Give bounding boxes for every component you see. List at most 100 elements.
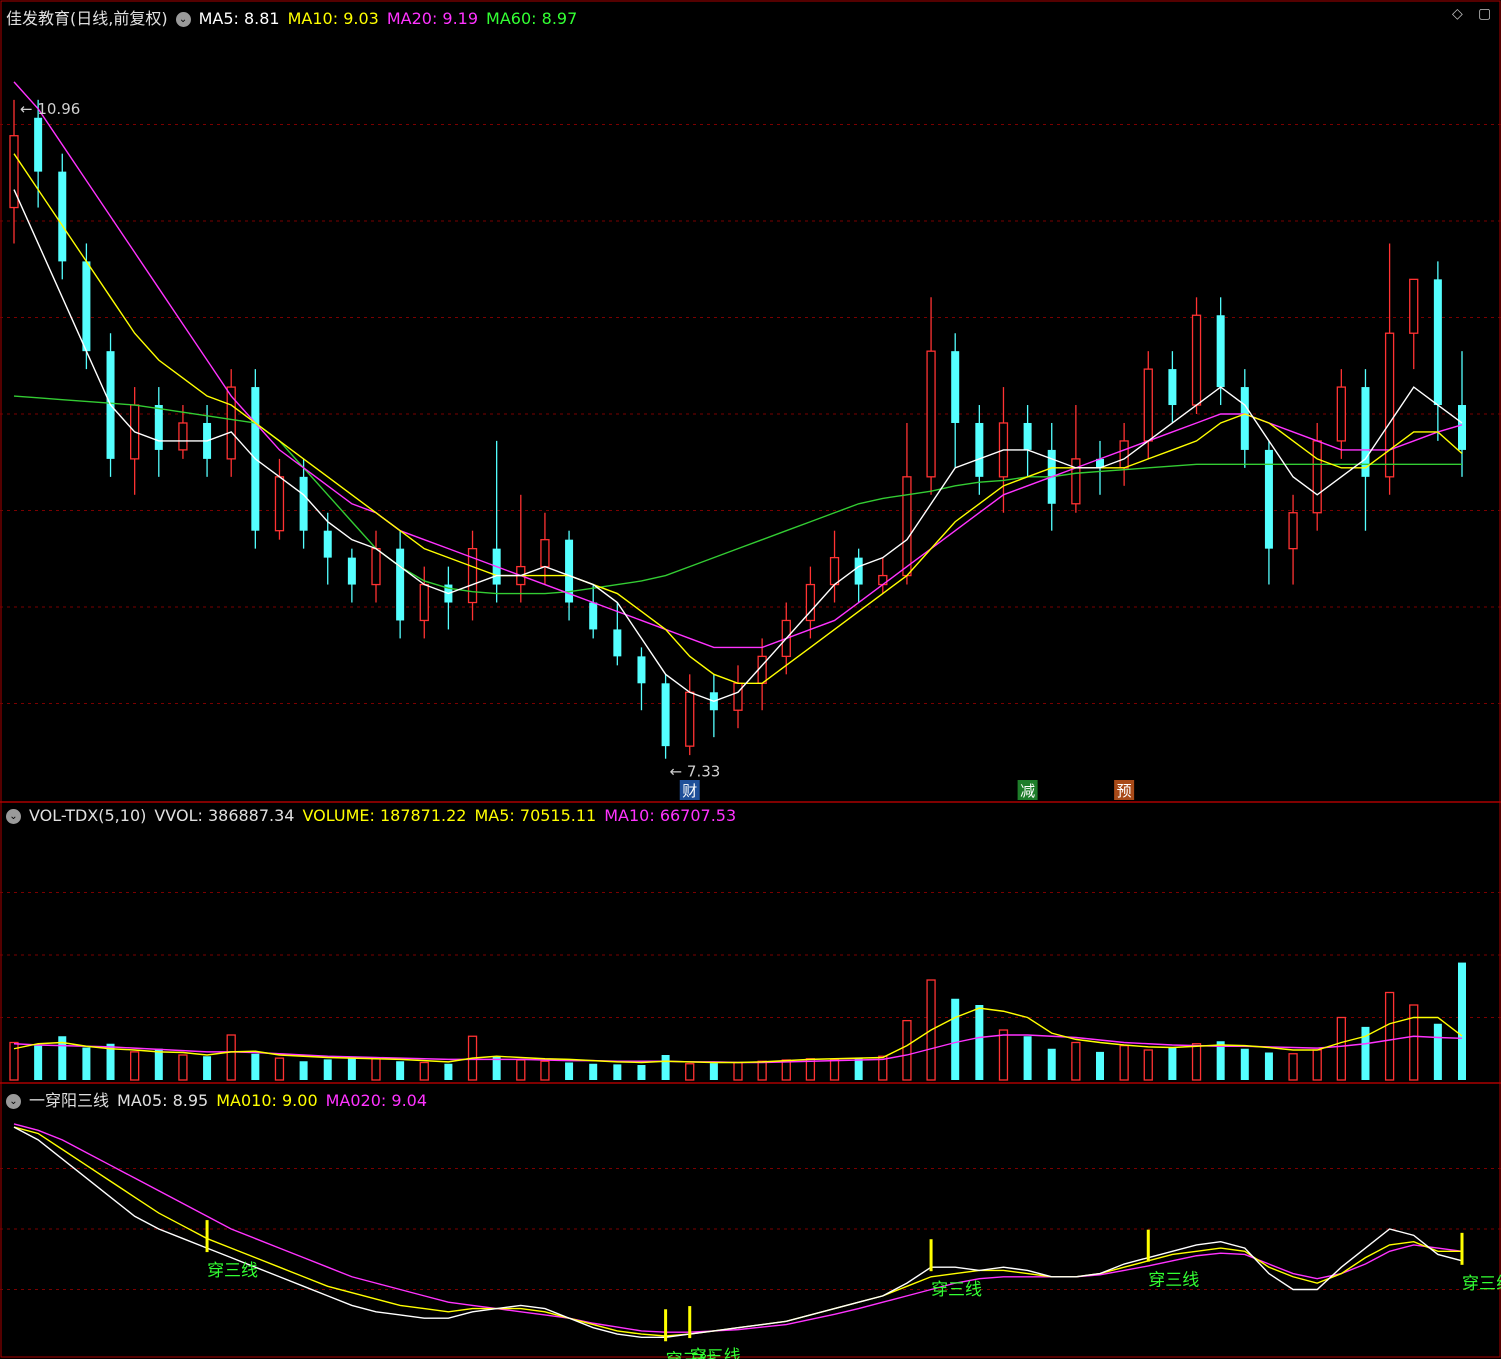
volume-bar-up	[1336, 1016, 1346, 1081]
volume-bar-up	[1119, 1044, 1129, 1081]
ma10-label: MA10: 9.03	[287, 9, 379, 28]
signal-label: 穿三线	[931, 1280, 982, 1300]
volume-bar-up	[685, 1063, 695, 1081]
vvol-label: VVOL: 386887.34	[154, 806, 295, 825]
volume-bar-down	[396, 1061, 405, 1080]
candle-body-up	[1409, 278, 1419, 334]
volume-bar-down	[1216, 1041, 1225, 1080]
volume-bar-up	[1143, 1049, 1153, 1081]
candle-body-up	[1119, 440, 1129, 469]
event-marker-label: 预	[1117, 782, 1132, 800]
chevron-down-icon[interactable]: ⌄	[6, 1094, 21, 1109]
signal-label: 穿三线	[1462, 1274, 1501, 1294]
volume-bar-up	[371, 1058, 381, 1081]
volume-bar-down	[589, 1063, 598, 1080]
candle-body-down	[1023, 422, 1032, 450]
candle-body-down	[347, 557, 356, 585]
candle-body-down	[1433, 279, 1442, 406]
candle-body-down	[299, 476, 308, 531]
candle-body-down	[1216, 315, 1225, 388]
candle-body-up	[829, 556, 840, 586]
volume-bar-down	[1023, 1036, 1032, 1080]
volume-bar-up	[1384, 991, 1395, 1081]
candle-body-up	[1071, 458, 1081, 505]
indicator-ma05-line	[13, 1126, 1463, 1338]
candle-body-down	[1361, 387, 1370, 477]
volume-bar-down	[251, 1053, 260, 1080]
volume-bar-down	[709, 1063, 718, 1080]
candle-body-down	[323, 530, 332, 558]
volume-bar-up	[1312, 1049, 1322, 1081]
volume-bar-up	[757, 1060, 767, 1081]
candlesticks	[9, 99, 1466, 759]
candle-body-down	[975, 422, 984, 477]
restore-icon[interactable]: ▢	[1478, 6, 1491, 22]
candle-body-down	[854, 557, 863, 585]
volume-bar-up	[274, 1057, 285, 1081]
volume-bar-down	[1433, 1023, 1442, 1080]
volume-bar-down	[347, 1057, 356, 1080]
vol-ma10-label: MA10: 66707.53	[604, 806, 737, 825]
diamond-icon[interactable]: ◇	[1452, 6, 1463, 22]
candle-body-down	[396, 548, 405, 621]
candle-body-up	[274, 476, 285, 532]
volume-bar-down	[82, 1047, 91, 1080]
candle-body-down	[1458, 405, 1466, 450]
event-marker-label: 减	[1020, 782, 1035, 800]
volume-bar-up	[516, 1059, 526, 1081]
event-marker-label: 财	[682, 782, 697, 800]
volume-bar-down	[613, 1064, 622, 1080]
low-price-label: ← 7.33	[670, 763, 721, 781]
indicator-ma010-line	[13, 1126, 1462, 1337]
volume-bar-up	[419, 1061, 429, 1081]
signal-label: 穿三线	[690, 1347, 741, 1359]
volume-bars	[9, 962, 1466, 1081]
signal-label: 穿三线	[1148, 1271, 1199, 1291]
volume-bar-down	[444, 1063, 453, 1080]
price-panel-title[interactable]: 佳发教育(日线,前复权)	[6, 9, 168, 28]
volume-bar-down	[637, 1065, 646, 1080]
candle-body-up	[733, 682, 743, 711]
candle-body-down	[34, 117, 43, 172]
volume-bar-up	[226, 1034, 236, 1081]
signal-label: 穿三线	[207, 1261, 258, 1281]
volume-bar-down	[854, 1057, 863, 1080]
volume-bar-down	[323, 1059, 332, 1080]
volume-bar-up	[178, 1054, 188, 1081]
volume-panel-title[interactable]: VOL-TDX(5,10)	[29, 806, 146, 825]
volume-bar-down	[1264, 1052, 1273, 1080]
candle-body-up	[540, 539, 550, 568]
volume-label: VOLUME: 187871.22	[302, 806, 467, 825]
candle-body-up	[371, 548, 381, 586]
vol-ma5-label: MA5: 70515.11	[474, 806, 597, 825]
indicator-panel-title[interactable]: 一穿阳三线	[29, 1091, 109, 1110]
chart-canvas: 穿三线穿三线穿三线穿三线穿三线穿三线 ← 10.96← 7.33财减预	[0, 0, 1501, 1359]
chevron-down-icon[interactable]: ⌄	[6, 809, 21, 824]
candle-body-up	[1191, 314, 1202, 406]
high-price-label: ← 10.96	[20, 100, 80, 118]
volume-bar-down	[1047, 1048, 1056, 1080]
volume-bar-up	[781, 1059, 791, 1081]
candle-body-up	[1312, 440, 1322, 514]
candle-body-up	[1288, 512, 1298, 550]
ma20-line	[13, 81, 1463, 649]
volume-bar-down	[975, 1005, 984, 1080]
volume-bar-down	[34, 1045, 43, 1080]
ma20-label: MA20: 9.19	[386, 9, 479, 28]
volume-bar-down	[1168, 1047, 1177, 1080]
candle-body-up	[226, 386, 236, 460]
indicator-panel-header: ⌄ 一穿阳三线 MA05: 8.95 MA010: 9.00 MA020: 9.04	[6, 1087, 435, 1111]
volume-bar-down	[1096, 1051, 1104, 1080]
candle-body-down	[637, 656, 646, 684]
volume-bar-up	[733, 1061, 743, 1081]
volume-bar-down	[203, 1056, 212, 1080]
candle-body-up	[178, 422, 188, 451]
candle-body-down	[589, 602, 598, 630]
volume-bar-down	[1458, 962, 1466, 1080]
candle-body-down	[613, 629, 622, 657]
volume-bar-up	[540, 1060, 550, 1081]
candle-body-up	[757, 655, 767, 684]
chevron-down-icon[interactable]: ⌄	[175, 12, 191, 27]
candle-body-down	[1240, 387, 1249, 450]
volume-bar-up	[998, 1029, 1009, 1081]
